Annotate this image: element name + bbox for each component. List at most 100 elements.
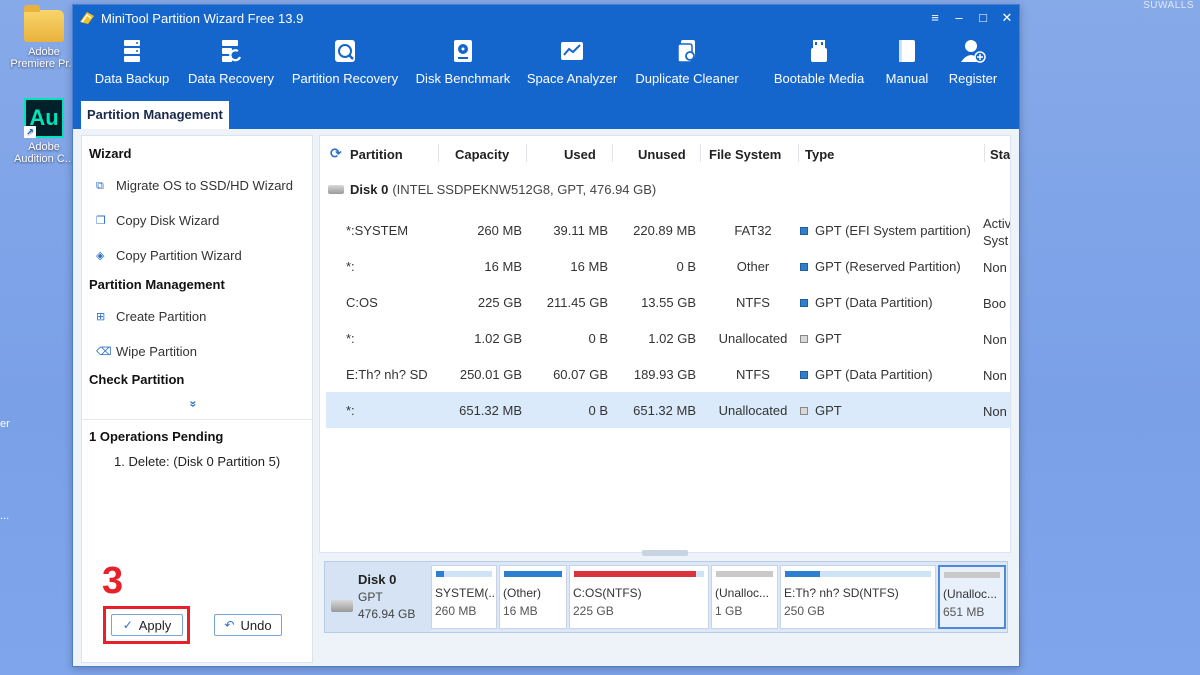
menu-icon[interactable]: ≡ [923,10,947,26]
cell-type: GPT (Data Partition) [800,367,933,382]
table-row[interactable]: C:OS 225 GB 211.45 GB 13.55 GB NTFS GPT (Data… [326,284,1010,320]
cell-partition: *: [346,259,355,274]
cell-partition: *:SYSTEM [346,223,409,238]
title-bar: MiniTool Partition Wizard Free 13.9 ≡ – … [73,5,1019,31]
usage-bar [944,572,1000,578]
usage-bar-fill [785,571,821,577]
table-row[interactable]: *: 1.02 GB 0 B 1.02 GB Unallocated GPT Non [326,320,1010,356]
disk-map-partition[interactable]: C:OS(NTFS) 225 GB [569,565,709,629]
action-panel: Wizard ⧉ Migrate OS to SSD/HD Wizard ❐ C… [81,135,313,663]
tab-partition-management[interactable]: Partition Management [81,101,229,129]
disk-map-name: Disk 0 [358,572,397,587]
copy-disk-icon: ❐ [96,214,106,227]
table-row[interactable]: *: 651.32 MB 0 B 651.32 MB Unallocated GPT Non [326,392,1010,428]
column-status[interactable]: Sta [990,147,1010,162]
desktop-icon-label: Adobe Premiere Pr... [10,46,78,70]
operations-pending-title: 1 Operations Pending [89,429,224,444]
column-type[interactable]: Type [805,147,834,162]
desktop-icon-premiere[interactable]: Adobe Premiere Pr... [8,5,80,70]
cell-capacity: 16 MB [484,259,522,274]
partition-size: 16 MB [503,604,538,618]
cell-fs: Unallocated [718,331,788,346]
toolbar-register[interactable]: Register [949,31,997,99]
partition-label: (Unalloc... [715,586,770,600]
partition-recovery-icon [335,40,355,62]
column-partition[interactable]: Partition [350,147,403,162]
panel-splitter[interactable] [319,550,1011,556]
wipe-partition-action[interactable]: ⌫ Wipe Partition [96,344,197,359]
disk-map-partition[interactable]: E:Th? nh? SD(NTFS) 250 GB [780,565,936,629]
minitool-logo-icon [80,12,94,24]
usage-bar [436,571,492,577]
refresh-icon[interactable]: ⟳ [330,145,342,162]
migrate-os-wizard[interactable]: ⧉ Migrate OS to SSD/HD Wizard [96,178,293,193]
toolbar-disk-benchmark[interactable]: Disk Benchmark [407,31,519,99]
undo-icon: ↶ [224,618,235,632]
cell-used: 39.11 MB [553,223,608,238]
column-used[interactable]: Used [564,147,596,162]
table-row[interactable]: *:SYSTEM 260 MB 39.11 MB 220.89 MB FAT32 GPT … [326,212,1011,248]
disk-map-partition[interactable]: SYSTEM(... 260 MB [431,565,497,629]
create-partition-action[interactable]: ⊞ Create Partition [96,309,206,324]
minimize-button[interactable]: – [947,10,971,26]
apply-button[interactable]: ✓ Apply [111,614,183,636]
cell-unused: 189.93 GB [633,367,696,382]
toolbar-data-recovery[interactable]: Data Recovery [179,31,283,99]
cell-fs: NTFS [736,367,770,382]
table-row[interactable]: *: 16 MB 16 MB 0 B Other GPT (Reserved Partit… [326,248,1010,284]
expand-more-icon[interactable]: » [186,401,200,408]
cell-partition: *: [346,331,355,346]
disk-benchmark-icon [454,40,472,62]
type-label: GPT [815,403,842,418]
disk-map-disk[interactable]: Disk 0 GPT 476.94 GB [325,562,431,632]
type-label: GPT (EFI System partition) [815,223,971,238]
cell-status: Non [983,403,1007,420]
copy-partition-icon: ◈ [96,249,105,262]
close-button[interactable]: ✕ [995,10,1019,26]
column-capacity[interactable]: Capacity [455,147,509,162]
column-file-system[interactable]: File System [709,147,781,162]
hard-disk-icon [331,600,353,612]
step-number-annotation: 3 [102,560,124,602]
toolbar-label: Register [948,71,998,86]
folder-icon [24,5,64,42]
partition-label: (Unalloc... [943,587,998,601]
toolbar-label: Partition Recovery [291,71,399,86]
column-unused[interactable]: Unused [638,147,686,162]
action-label: Wipe Partition [116,344,197,359]
action-label: Copy Disk Wizard [116,213,220,228]
copy-disk-wizard[interactable]: ❐ Copy Disk Wizard [96,213,219,228]
undo-button[interactable]: ↶ Undo [214,614,282,636]
divider [82,419,312,420]
toolbar-data-backup[interactable]: Data Backup [85,31,179,99]
tab-bar: Partition Management [73,99,1019,129]
window-title: MiniTool Partition Wizard Free 13.9 [101,10,304,26]
copy-partition-wizard[interactable]: ◈ Copy Partition Wizard [96,248,242,263]
disk-map-partition[interactable]: (Unalloc... 651 MB [938,565,1006,629]
table-row[interactable]: E:Th? nh? SD 250.01 GB 60.07 GB 189.93 GB NT… [326,356,1010,392]
partition-label: C:OS(NTFS) [573,586,642,600]
toolbar-bootable-media[interactable]: Bootable Media [773,31,865,99]
data-backup-icon [124,40,140,62]
toolbar-manual[interactable]: Manual [865,31,949,99]
disk-row[interactable]: Disk 0 (INTEL SSDPEKNW512G8, GPT, 476.94… [328,182,656,197]
desktop-icon-label: Adobe Audition C... [14,141,74,165]
partition-size: 651 MB [943,605,985,619]
toolbar-partition-recovery[interactable]: Partition Recovery [283,31,407,99]
cell-capacity: 1.02 GB [474,331,522,346]
action-label: Create Partition [116,309,207,324]
undo-label: Undo [240,617,272,633]
toolbar-duplicate-cleaner[interactable]: Duplicate Cleaner [625,31,749,99]
cell-unused: 220.89 MB [633,223,696,238]
toolbar-label: Space Analyzer [526,71,618,86]
space-analyzer-icon [561,42,583,60]
maximize-button[interactable]: □ [971,10,995,26]
disk-map-partition[interactable]: (Other) 16 MB [499,565,567,629]
cell-partition: *: [346,403,355,418]
desktop-icon-audition[interactable]: Au ↗ Adobe Audition C... [8,98,80,165]
check-icon: ✓ [122,618,133,632]
toolbar-space-analyzer[interactable]: Space Analyzer [519,31,625,99]
disk-map-partition[interactable]: (Unalloc... 1 GB [711,565,778,629]
disk-map: Disk 0 GPT 476.94 GB SYSTEM(... 260 MB (Ot… [324,561,1008,633]
status-line: Activ [983,216,1011,231]
